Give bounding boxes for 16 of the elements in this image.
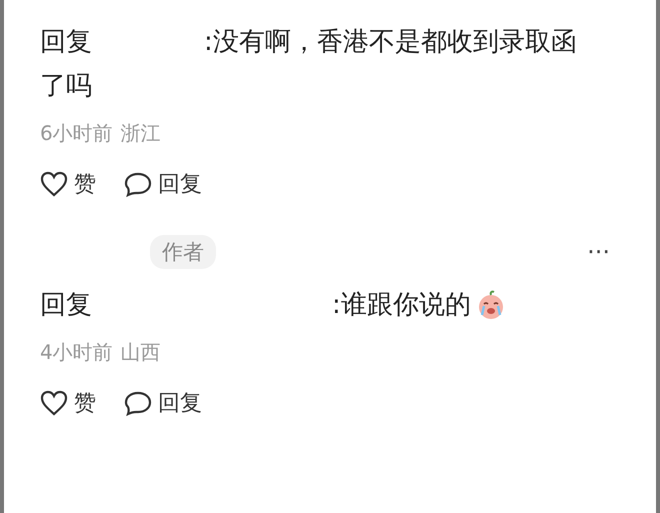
location: 浙江 (120, 120, 161, 147)
timestamp: 6小时前 (40, 120, 113, 147)
heart-icon[interactable] (40, 390, 68, 416)
speech-bubble-icon[interactable] (124, 171, 152, 197)
heart-icon[interactable] (40, 171, 68, 197)
more-button[interactable]: ··· (587, 238, 610, 266)
location: 山西 (120, 339, 161, 366)
reply-button[interactable]: 回复 (158, 169, 202, 199)
timestamp: 4小时前 (40, 339, 113, 366)
comment-text: 回复 :没有啊，香港不是都收到录取函了吗 (40, 26, 578, 103)
author-badge: 作者 (150, 235, 216, 269)
like-button[interactable]: 赞 (74, 388, 96, 418)
speech-bubble-icon[interactable] (124, 390, 152, 416)
comment-text: 回复 :谁跟你说的 (40, 289, 471, 322)
like-button[interactable]: 赞 (74, 169, 96, 199)
reply-button[interactable]: 回复 (158, 388, 202, 418)
